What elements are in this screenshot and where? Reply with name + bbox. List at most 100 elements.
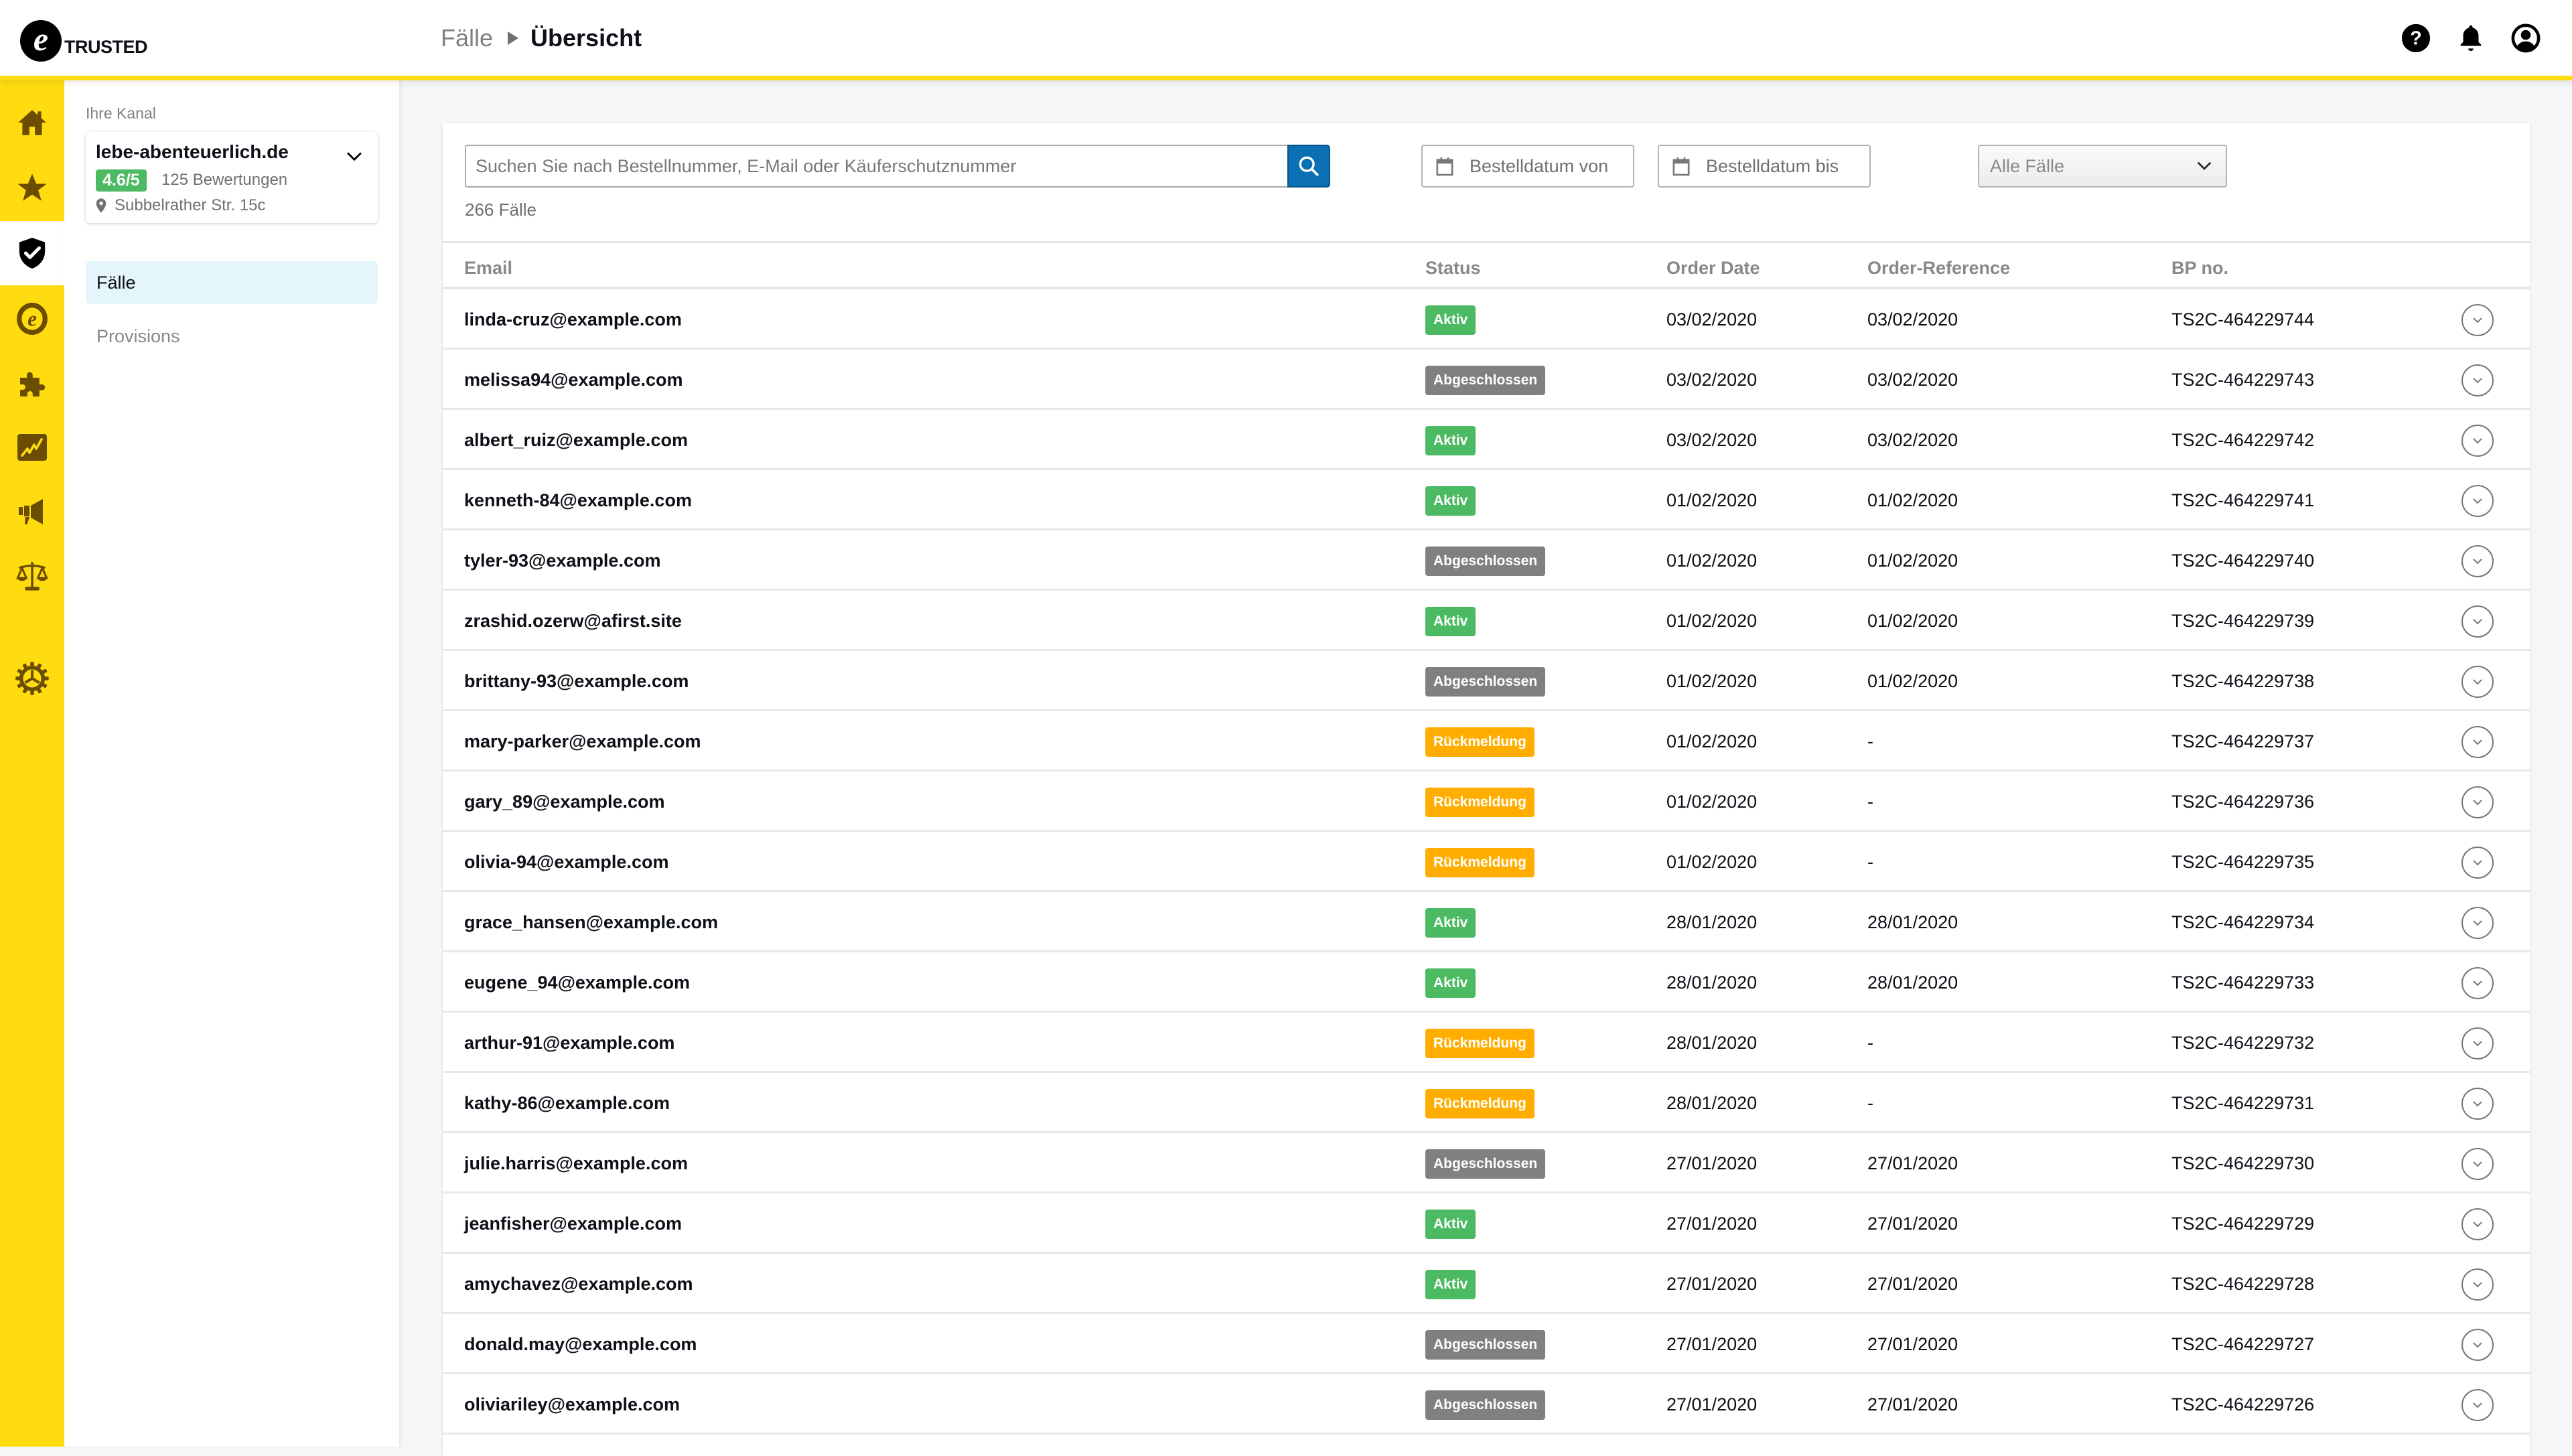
column-header-email[interactable]: Email (464, 258, 512, 279)
breadcrumb-parent[interactable]: Fälle (441, 24, 493, 52)
status-badge: Abgeschlossen (1425, 1149, 1546, 1179)
case-filter-select[interactable]: Alle Fälle (1978, 145, 2227, 188)
table-row[interactable]: brittany-93@example.com Abgeschlossen 01/0… (443, 651, 2530, 711)
table-row[interactable]: tyler-93@example.com Abgeschlossen 01/02/2… (443, 530, 2530, 591)
table-row[interactable]: kathy-86@example.com Rückmeldung 28/01/202… (443, 1073, 2530, 1133)
rail-item-legal[interactable] (0, 544, 64, 609)
table-row[interactable]: julie.harris@example.com Abgeschlossen 27/… (443, 1133, 2530, 1193)
icon-rail: e (0, 80, 64, 1447)
expand-row-button[interactable] (2461, 726, 2494, 758)
breadcrumb: Fälle Übersicht (441, 24, 642, 52)
calendar-icon (1672, 157, 1690, 176)
date-to-picker[interactable]: Bestelldatum bis (1658, 145, 1871, 188)
chevron-down-icon (2473, 679, 2482, 685)
cell-order-reference: 27/01/2020 (1867, 1274, 1958, 1294)
expand-row-button[interactable] (2461, 605, 2494, 638)
megaphone-icon (19, 499, 43, 525)
search-input[interactable] (465, 145, 1287, 188)
cell-order-reference: 28/01/2020 (1867, 972, 1958, 993)
expand-row-button[interactable] (2461, 425, 2494, 457)
expand-row-button[interactable] (2461, 907, 2494, 939)
expand-row-button[interactable] (2461, 364, 2494, 396)
rail-item-etrusted[interactable]: e (0, 287, 64, 351)
case-filter-value: Alle Fälle (1990, 155, 2065, 176)
cell-email: oliviariley@example.com (464, 1394, 680, 1414)
column-header-status[interactable]: Status (1425, 258, 1481, 279)
table-row[interactable]: eugene_94@example.com Aktiv 28/01/2020 28/0… (443, 952, 2530, 1013)
table-row[interactable]: grace_hansen@example.com Aktiv 28/01/2020 2… (443, 892, 2530, 952)
table-row[interactable]: kenneth-84@example.com Aktiv 01/02/2020 01/… (443, 470, 2530, 530)
table-row[interactable]: oliviariley@example.com Abgeschlossen 27/0… (443, 1374, 2530, 1435)
table-row[interactable]: melissa94@example.com Abgeschlossen 03/02/… (443, 350, 2530, 410)
expand-row-button[interactable] (2461, 304, 2494, 336)
table-row[interactable]: jeanfisher@example.com Aktiv 27/01/2020 27/… (443, 1193, 2530, 1254)
search-button[interactable] (1287, 145, 1330, 188)
expand-row-button[interactable] (2461, 847, 2494, 879)
account-icon[interactable] (2510, 23, 2541, 54)
subnav-item-provisions[interactable]: Provisions (86, 315, 378, 358)
help-icon[interactable]: ? (2401, 23, 2431, 54)
expand-row-button[interactable] (2461, 1329, 2494, 1361)
column-header-order-reference[interactable]: Order-Reference (1867, 258, 2010, 279)
expand-row-button[interactable] (2461, 1208, 2494, 1240)
table-row[interactable]: amychavez@example.com Aktiv 27/01/2020 27/0… (443, 1254, 2530, 1314)
logo[interactable]: e TRUSTED (20, 20, 148, 62)
expand-row-button[interactable] (2461, 485, 2494, 517)
rail-item-protection[interactable] (0, 221, 64, 285)
cell-email: zrashid.ozerw@afirst.site (464, 611, 682, 631)
rail-item-settings[interactable] (0, 646, 64, 711)
table-row[interactable]: donald.may@example.com Abgeschlossen 27/01… (443, 1314, 2530, 1374)
date-to-label: Bestelldatum bis (1706, 155, 1839, 176)
date-from-picker[interactable]: Bestelldatum von (1421, 145, 1634, 188)
cell-email: amychavez@example.com (464, 1274, 693, 1294)
expand-row-button[interactable] (2461, 1268, 2494, 1301)
cell-bp-number: TS2C-464229730 (2171, 1153, 2315, 1173)
rail-item-analytics[interactable] (0, 415, 64, 480)
cell-order-date: 28/01/2020 (1666, 1093, 1758, 1113)
cell-email: mary-parker@example.com (464, 731, 701, 751)
cell-order-date: 27/01/2020 (1666, 1334, 1758, 1354)
cell-bp-number: TS2C-464229744 (2171, 309, 2315, 330)
cell-bp-number: TS2C-464229738 (2171, 671, 2315, 691)
table-row[interactable]: linda-cruz@example.com Aktiv 03/02/2020 03/… (443, 289, 2530, 350)
bell-icon[interactable] (2455, 23, 2486, 54)
puzzle-icon (20, 372, 46, 396)
cell-email: brittany-93@example.com (464, 671, 689, 691)
chevron-down-icon[interactable] (343, 145, 366, 171)
subnav-item-faelle[interactable]: Fälle (86, 261, 378, 304)
expand-row-button[interactable] (2461, 666, 2494, 698)
cell-order-date: 27/01/2020 (1666, 1153, 1758, 1173)
expand-row-button[interactable] (2461, 967, 2494, 999)
status-badge: Rückmeldung (1425, 1029, 1534, 1058)
breadcrumb-current: Übersicht (530, 24, 642, 52)
star-icon (17, 173, 47, 201)
table-row[interactable]: gary_89@example.com Rückmeldung 01/02/2020… (443, 772, 2530, 832)
table-row[interactable]: arthur-91@example.com Rückmeldung 28/01/20… (443, 1013, 2530, 1073)
table-row[interactable]: olivia-94@example.com Rückmeldung 01/02/20… (443, 832, 2530, 892)
cell-order-reference: - (1867, 1093, 1873, 1113)
rail-item-home[interactable] (0, 90, 64, 155)
rail-item-marketing[interactable] (0, 480, 64, 544)
column-header-bp-no[interactable]: BP no. (2171, 258, 2228, 279)
expand-row-button[interactable] (2461, 1389, 2494, 1421)
table-row[interactable]: zrashid.ozerw@afirst.site Aktiv 01/02/2020… (443, 591, 2530, 651)
table-body: linda-cruz@example.com Aktiv 03/02/2020 03/… (443, 289, 2530, 1435)
cell-order-reference: 27/01/2020 (1867, 1214, 1958, 1234)
calendar-icon (1436, 157, 1453, 176)
location-pin-icon (96, 198, 106, 213)
table-row[interactable]: mary-parker@example.com Rückmeldung 01/02/… (443, 711, 2530, 772)
status-badge: Abgeschlossen (1425, 547, 1546, 576)
table-row[interactable]: albert_ruiz@example.com Aktiv 03/02/2020 03… (443, 410, 2530, 470)
cell-order-date: 27/01/2020 (1666, 1214, 1758, 1234)
expand-row-button[interactable] (2461, 545, 2494, 577)
column-header-order-date[interactable]: Order Date (1666, 258, 1760, 279)
expand-row-button[interactable] (2461, 1027, 2494, 1060)
expand-row-button[interactable] (2461, 786, 2494, 818)
rail-item-reviews[interactable] (0, 156, 64, 220)
rail-item-integrations[interactable] (0, 351, 64, 415)
cell-order-reference: 27/01/2020 (1867, 1334, 1958, 1354)
expand-row-button[interactable] (2461, 1088, 2494, 1120)
channel-selector[interactable]: lebe-abenteuerlich.de 4.6/5 125 Bewertun… (86, 132, 378, 223)
expand-row-button[interactable] (2461, 1148, 2494, 1180)
cell-order-reference: 03/02/2020 (1867, 370, 1958, 390)
